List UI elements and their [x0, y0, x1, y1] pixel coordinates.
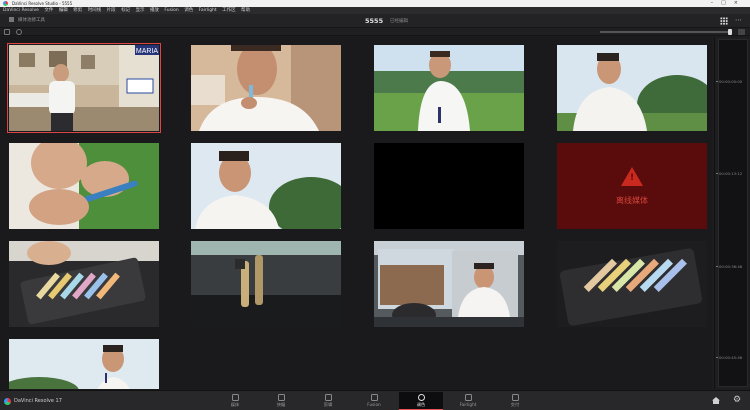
page-tab-fusion[interactable]: Fusion — [352, 392, 396, 410]
menu-item[interactable]: DaVinci Resolve — [3, 8, 39, 13]
menu-item[interactable]: 修剪 — [73, 8, 82, 13]
more-options-icon[interactable]: ⋯ — [735, 16, 742, 24]
clip-thumbnail[interactable] — [191, 241, 341, 327]
title-bar: DaVinci Resolve Studio - 5555 –□× — [0, 0, 750, 7]
grid-view-icon[interactable] — [720, 17, 728, 25]
page-tab-label: Fairlight — [459, 402, 477, 407]
menu-item[interactable]: 时间线 — [88, 8, 102, 13]
clip-image: MARIA — [9, 45, 159, 131]
davinci-logo-icon — [4, 398, 11, 405]
clip-image — [9, 241, 159, 327]
page-tab-label: Fusion — [367, 402, 381, 407]
scroll-button[interactable] — [738, 29, 745, 35]
clip-thumbnail[interactable] — [374, 45, 524, 131]
offline-clip[interactable]: ! 离线媒体 — [557, 143, 707, 229]
scrub-track[interactable] — [718, 39, 748, 387]
clip-image — [557, 45, 707, 131]
clip-thumbnail[interactable] — [9, 143, 159, 229]
deliver-page-icon — [511, 394, 519, 401]
clip-image — [191, 241, 341, 327]
gear-icon[interactable]: ⚙ — [733, 395, 741, 405]
clip-thumbnail[interactable] — [9, 339, 159, 389]
app-brand: DaVinci Resolve 17 — [4, 397, 62, 405]
page-tab-label: 媒体 — [230, 402, 240, 407]
edit-page-icon — [324, 394, 332, 401]
list-view-icon[interactable] — [4, 29, 10, 35]
clip-image — [191, 45, 341, 131]
menu-item[interactable]: 工作区 — [222, 8, 236, 13]
clip-image — [557, 241, 707, 327]
clip-grid: MARIA ! 离线媒体 — [0, 37, 712, 389]
page-navigation-bar: DaVinci Resolve 17 媒体 快编 剪辑 Fusion 调色 Fa… — [0, 390, 750, 410]
page-tab-label: 调色 — [416, 402, 426, 407]
menu-item[interactable]: 编辑 — [59, 8, 68, 13]
clip-thumbnail[interactable] — [9, 241, 159, 327]
fusion-page-icon — [370, 394, 378, 401]
clip-thumbnail[interactable] — [557, 45, 707, 131]
media-pool-label: 媒体池修工具 — [18, 18, 45, 23]
window-controls[interactable]: –□× — [711, 0, 746, 7]
viewer-toolbar — [0, 28, 750, 36]
page-tab-label: 快编 — [276, 402, 286, 407]
menu-item[interactable]: 显示 — [136, 8, 145, 13]
menu-item[interactable]: 播放 — [150, 8, 159, 13]
clip-thumbnail[interactable] — [557, 241, 707, 327]
page-tab-edit[interactable]: 剪辑 — [306, 392, 350, 410]
page-tab-color[interactable]: 调色 — [399, 392, 443, 410]
menu-item[interactable]: Fairlight — [199, 8, 217, 13]
media-pool-icon — [9, 17, 14, 22]
fairlight-page-icon — [464, 394, 472, 401]
sign-text: MARIA — [136, 48, 159, 55]
menu-bar: DaVinci Resolve 文件 编辑 修剪 时间线 片段 标记 显示 播放… — [0, 7, 750, 14]
clip-image — [374, 241, 524, 327]
app-name: DaVinci Resolve 17 — [14, 398, 62, 404]
timecode-label: 00:00:00:00 — [715, 79, 743, 84]
menu-item[interactable]: 帮助 — [241, 8, 250, 13]
clip-thumbnail[interactable] — [374, 143, 524, 229]
clip-thumbnail[interactable] — [191, 45, 341, 131]
page-tab-label: 交付 — [510, 402, 520, 407]
page-tab-fairlight[interactable]: Fairlight — [446, 392, 490, 410]
timecode-label: 00:00:45:46 — [715, 355, 743, 360]
clip-thumbnail[interactable] — [374, 241, 524, 327]
clip-image — [374, 45, 524, 131]
cut-page-icon — [277, 394, 285, 401]
media-page-icon — [231, 394, 239, 401]
timecode-label: 00:00:36:46 — [715, 264, 743, 269]
thumbnail-size-slider[interactable] — [600, 31, 728, 33]
project-title: 5555 — [365, 17, 384, 25]
slider-handle[interactable] — [728, 29, 732, 35]
clip-image — [374, 143, 524, 229]
timecode-label: 00:00:13:12 — [715, 171, 743, 176]
page-tab-media[interactable]: 媒体 — [213, 392, 257, 410]
offline-media-label: 离线媒体 — [616, 196, 648, 205]
menu-item[interactable]: 调色 — [184, 8, 193, 13]
window-title: DaVinci Resolve Studio - 5555 — [12, 1, 73, 6]
clip-thumbnail[interactable] — [191, 143, 341, 229]
timecode-scrubber[interactable]: 00:00:00:00 00:00:13:12 00:00:36:46 00:0… — [714, 37, 750, 389]
menu-item[interactable]: 标记 — [121, 8, 130, 13]
color-page-icon — [417, 394, 425, 401]
warning-mark: ! — [630, 173, 635, 183]
clip-thumbnail[interactable]: MARIA — [7, 43, 161, 133]
clip-image — [9, 339, 159, 389]
filter-icon[interactable] — [16, 29, 22, 35]
media-pool-toggle[interactable]: 媒体池修工具 — [9, 17, 45, 25]
page-tab-cut[interactable]: 快编 — [259, 392, 303, 410]
home-icon[interactable] — [712, 397, 720, 404]
page-tab-label: 剪辑 — [323, 402, 333, 407]
project-status: 已经编辑 — [390, 19, 408, 24]
clip-image — [9, 143, 159, 229]
menu-item[interactable]: 文件 — [44, 8, 53, 13]
clip-image — [191, 143, 341, 229]
page-tab-deliver[interactable]: 交付 — [493, 392, 537, 410]
menu-item[interactable]: Fusion — [164, 8, 178, 13]
app-logo-icon — [3, 1, 8, 6]
menu-item[interactable]: 片段 — [107, 8, 116, 13]
workspace-header: 媒体池修工具 5555 已经编辑 ⋯ — [0, 14, 750, 28]
